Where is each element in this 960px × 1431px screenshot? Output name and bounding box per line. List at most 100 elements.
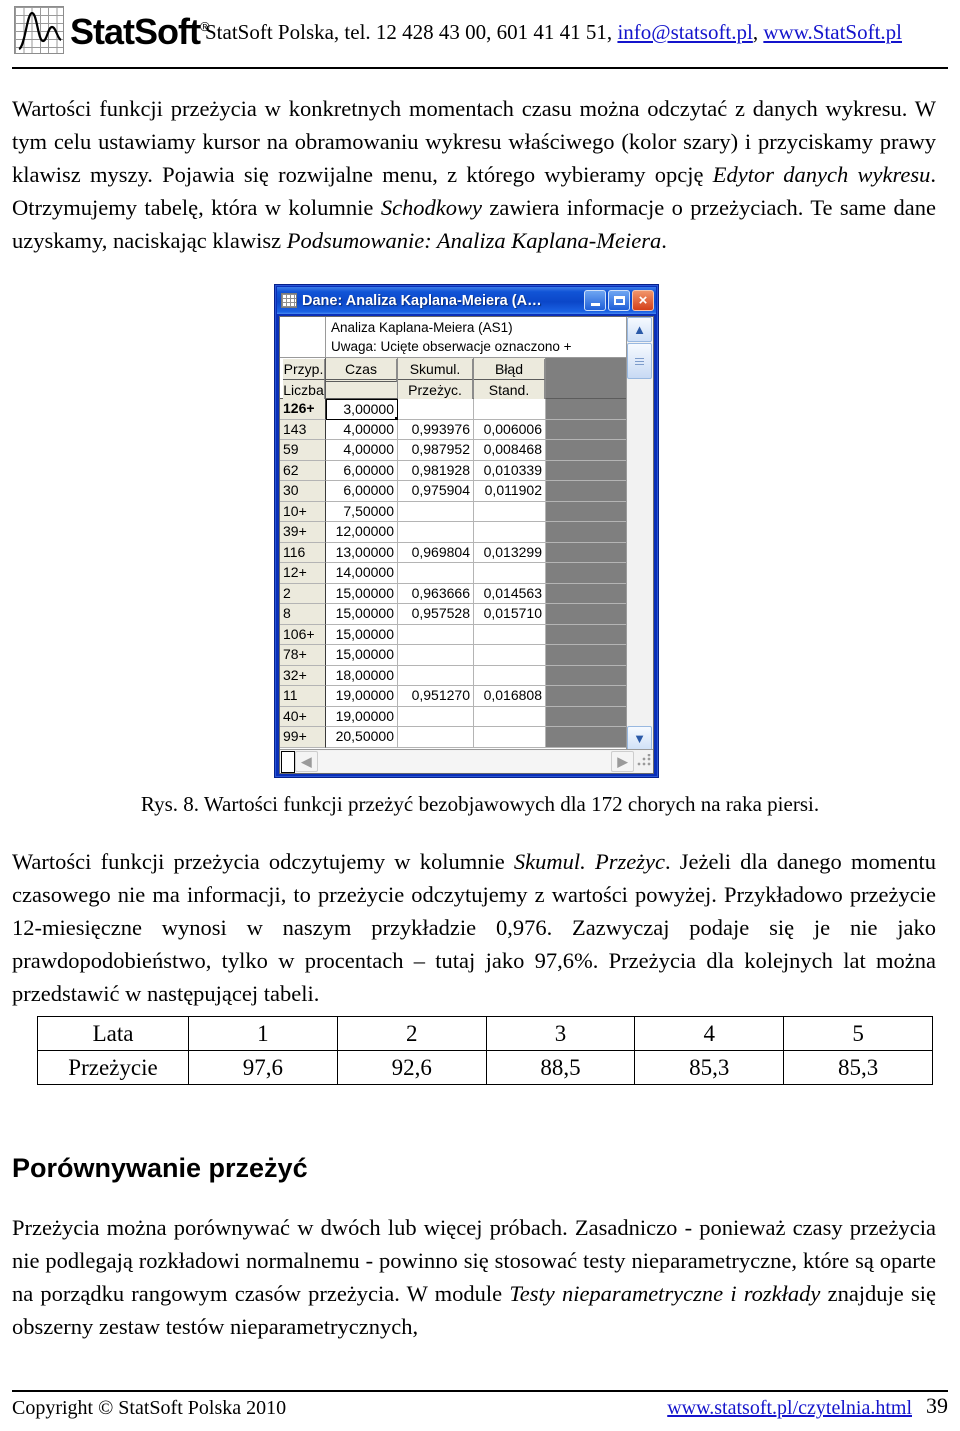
row-header-cell[interactable]: 143 [280, 419, 326, 440]
split-handle[interactable] [281, 750, 295, 773]
vertical-scrollbar-thumb[interactable] [627, 343, 652, 379]
cell-empty[interactable] [546, 686, 626, 707]
cell-skumul-przezyc[interactable] [398, 501, 474, 522]
footer-link[interactable]: www.statsoft.pl/czytelnia.html [667, 1397, 912, 1420]
cell-empty[interactable] [546, 706, 626, 727]
table-row[interactable]: 126+ 3,00000 [280, 399, 626, 420]
cell-empty[interactable] [546, 563, 626, 584]
cell-skumul-przezyc[interactable]: 0,981928 [398, 460, 474, 481]
cell-empty[interactable] [546, 522, 626, 543]
cell-czas[interactable]: 15,00000 [326, 624, 398, 645]
row-header-cell[interactable]: 32+ [280, 665, 326, 686]
column-header-blad-stand[interactable]: Błąd Stand. [474, 358, 546, 401]
minimize-button[interactable] [584, 290, 606, 311]
cell-empty[interactable] [546, 624, 626, 645]
cell-blad-stand[interactable]: 0,014563 [474, 583, 546, 604]
email-link[interactable]: info@statsoft.pl [617, 20, 752, 44]
cell-blad-stand[interactable] [474, 522, 546, 543]
cell-skumul-przezyc[interactable]: 0,963666 [398, 583, 474, 604]
cell-skumul-przezyc[interactable] [398, 522, 474, 543]
scroll-left-icon[interactable]: ◀ [295, 751, 318, 772]
row-header-cell[interactable]: 11 [280, 686, 326, 707]
cell-empty[interactable] [546, 399, 626, 420]
cell-czas[interactable]: 19,00000 [326, 686, 398, 707]
cell-czas[interactable]: 15,00000 [326, 645, 398, 666]
cell-skumul-przezyc[interactable] [398, 727, 474, 748]
cell-czas[interactable]: 14,00000 [326, 563, 398, 584]
cell-skumul-przezyc[interactable] [398, 665, 474, 686]
cell-empty[interactable] [546, 604, 626, 625]
cell-blad-stand[interactable]: 0,006006 [474, 419, 546, 440]
cell-blad-stand[interactable] [474, 563, 546, 584]
cell-empty[interactable] [546, 542, 626, 563]
table-row[interactable]: 2 15,00000 0,963666 0,014563 [280, 583, 626, 604]
cell-blad-stand[interactable] [474, 706, 546, 727]
cell-blad-stand[interactable]: 0,016808 [474, 686, 546, 707]
table-row[interactable]: 59 4,00000 0,987952 0,008468 [280, 440, 626, 461]
window-titlebar[interactable]: Dane: Analiza Kaplana-Meiera (A… × [277, 287, 656, 314]
table-row[interactable]: 78+ 15,00000 [280, 645, 626, 666]
row-header-cell[interactable]: 78+ [280, 645, 326, 666]
table-row[interactable]: 62 6,00000 0,981928 0,010339 [280, 460, 626, 481]
cell-blad-stand[interactable] [474, 645, 546, 666]
cell-czas[interactable]: 20,50000 [326, 727, 398, 748]
cell-skumul-przezyc[interactable] [398, 563, 474, 584]
cell-czas[interactable]: 15,00000 [326, 583, 398, 604]
cell-czas[interactable]: 6,00000 [326, 481, 398, 502]
data-spreadsheet-window[interactable]: Dane: Analiza Kaplana-Meiera (A… × Anali… [274, 284, 659, 778]
row-header-cell[interactable]: 2 [280, 583, 326, 604]
row-header-cell[interactable]: 12+ [280, 563, 326, 584]
table-row[interactable]: 11 19,00000 0,951270 0,016808 [280, 686, 626, 707]
table-row[interactable]: 116 13,00000 0,969804 0,013299 [280, 542, 626, 563]
table-row[interactable]: 39+ 12,00000 [280, 522, 626, 543]
column-header-case-number[interactable]: Przyp. Liczba [280, 358, 326, 401]
resize-grip-icon[interactable] [636, 753, 652, 770]
cell-skumul-przezyc[interactable]: 0,993976 [398, 419, 474, 440]
cell-skumul-przezyc[interactable]: 0,951270 [398, 686, 474, 707]
row-header-cell[interactable]: 10+ [280, 501, 326, 522]
horizontal-scrollbar[interactable]: ◀ ▶ [280, 749, 653, 773]
row-header-cell[interactable]: 99+ [280, 727, 326, 748]
cell-czas[interactable]: 4,00000 [326, 440, 398, 461]
cell-empty[interactable] [546, 440, 626, 461]
cell-czas[interactable]: 7,50000 [326, 501, 398, 522]
cell-czas[interactable]: 12,00000 [326, 522, 398, 543]
cell-blad-stand[interactable] [474, 624, 546, 645]
cell-skumul-przezyc[interactable] [398, 645, 474, 666]
cell-blad-stand[interactable]: 0,015710 [474, 604, 546, 625]
horizontal-scroll-track[interactable] [318, 751, 611, 772]
cell-czas[interactable]: 18,00000 [326, 665, 398, 686]
cell-empty[interactable] [546, 419, 626, 440]
spreadsheet-grid[interactable]: Analiza Kaplana-Meiera (AS1) Uwaga: Ucię… [280, 317, 626, 751]
row-header-cell[interactable]: 126+ [280, 399, 326, 420]
cell-skumul-przezyc[interactable]: 0,957528 [398, 604, 474, 625]
table-row[interactable]: 143 4,00000 0,993976 0,006006 [280, 419, 626, 440]
website-link[interactable]: www.StatSoft.pl [763, 20, 902, 44]
column-header-skumul-przezyc[interactable]: Skumul. Przeżyc. [398, 358, 474, 401]
cell-empty[interactable] [546, 583, 626, 604]
cell-empty[interactable] [546, 501, 626, 522]
cell-czas[interactable]: 19,00000 [326, 706, 398, 727]
table-row[interactable]: 8 15,00000 0,957528 0,015710 [280, 604, 626, 625]
cell-skumul-przezyc[interactable] [398, 706, 474, 727]
cell-blad-stand[interactable]: 0,008468 [474, 440, 546, 461]
scroll-right-icon[interactable]: ▶ [611, 751, 634, 772]
table-row[interactable]: 10+ 7,50000 [280, 501, 626, 522]
table-row[interactable]: 12+ 14,00000 [280, 563, 626, 584]
scroll-down-icon[interactable]: ▼ [627, 726, 652, 751]
close-button[interactable]: × [632, 290, 654, 311]
cell-blad-stand[interactable]: 0,011902 [474, 481, 546, 502]
scroll-up-icon[interactable]: ▲ [627, 317, 652, 342]
row-header-cell[interactable]: 40+ [280, 706, 326, 727]
cell-blad-stand[interactable]: 0,013299 [474, 542, 546, 563]
cell-empty[interactable] [546, 645, 626, 666]
row-header-cell[interactable]: 106+ [280, 624, 326, 645]
table-row[interactable]: 40+ 19,00000 [280, 706, 626, 727]
cell-blad-stand[interactable]: 0,010339 [474, 460, 546, 481]
row-header-cell[interactable]: 62 [280, 460, 326, 481]
maximize-button[interactable] [608, 290, 630, 311]
column-header-czas[interactable]: Czas [326, 358, 398, 399]
cell-empty[interactable] [546, 727, 626, 748]
table-row[interactable]: 99+ 20,50000 [280, 727, 626, 748]
row-header-cell[interactable]: 59 [280, 440, 326, 461]
